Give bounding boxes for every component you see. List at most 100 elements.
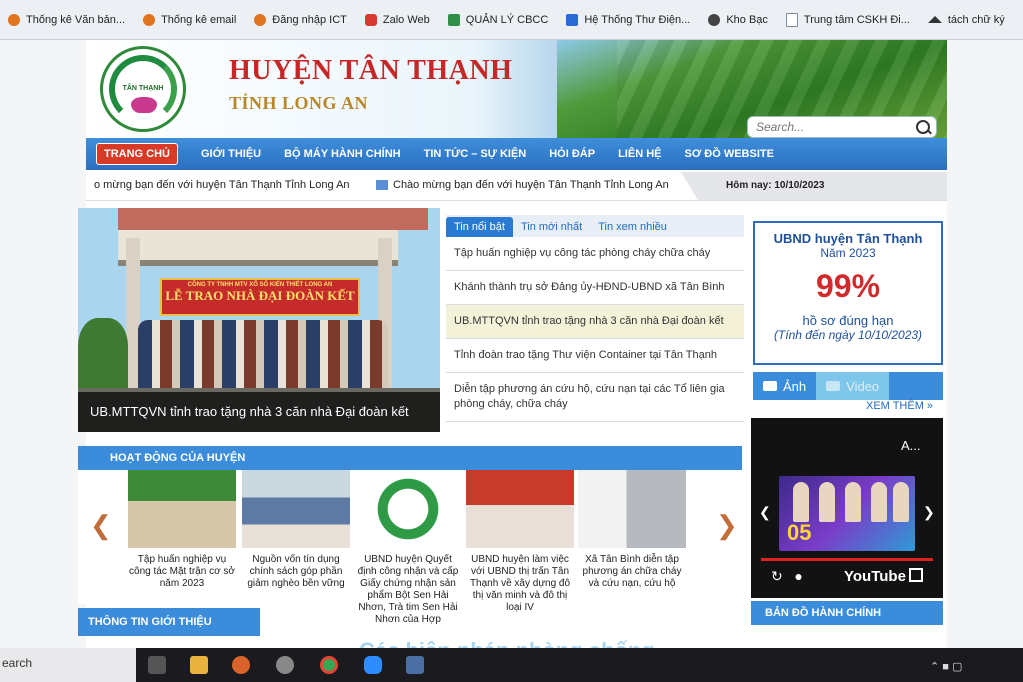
info-heading[interactable]: THÔNG TIN GIỚI THIỆU (78, 608, 260, 636)
next-video-icon[interactable]: ❯ (923, 504, 935, 521)
activity-item[interactable]: Tập huấn nghiệp vụ công tác Mặt trận cơ … (128, 470, 236, 590)
nav-qa[interactable]: HỎI ĐÁP (549, 148, 595, 160)
stats-year: Năm 2023 (820, 246, 876, 260)
nav-sitemap[interactable]: SƠ ĐỒ WEBSITE (684, 148, 773, 160)
zoom-icon[interactable] (364, 656, 382, 674)
search-icon[interactable] (916, 120, 930, 134)
hat-icon (927, 16, 942, 23)
news-item[interactable]: Tỉnh đoàn trao tặng Thư viện Container t… (446, 339, 744, 373)
news-item[interactable]: Khánh thành trụ sở Đảng ủy-HĐND-UBND xã … (446, 271, 744, 305)
news-item[interactable]: Diễn tập phương án cứu hộ, cứu nạn tại c… (446, 373, 744, 422)
nav-administration[interactable]: BỘ MÁY HÀNH CHÍNH (284, 148, 401, 160)
activity-item[interactable]: UBND huyện làm việc với UBND thị trấn Tâ… (466, 470, 574, 614)
activity-item[interactable]: UBND huyện Quyết định công nhận và cấp G… (354, 470, 462, 626)
chrome-icon[interactable] (320, 656, 338, 674)
bookmark-label: Hệ Thống Thư Điện... (584, 13, 691, 26)
see-more-link[interactable]: XEM THÊM » (866, 400, 933, 412)
bookmark-item[interactable]: tách chữ ký (927, 13, 1005, 26)
bookmark-label: Thống kê email (161, 13, 237, 26)
logo-text: TÂN THẠNH (122, 85, 164, 92)
globe-icon (708, 13, 721, 26)
tab-photo[interactable]: Ảnh (753, 372, 816, 400)
ict-icon (447, 13, 460, 26)
task-view-icon[interactable] (148, 656, 166, 674)
ticker-text: Chào mừng bạn đến với huyện Tân Thạnh Tỉ… (393, 179, 669, 191)
activity-item[interactable]: Nguồn vốn tín dụng chính sách góp phần g… (242, 470, 350, 590)
stats-title: UBND huyện Tân Thạnh (773, 231, 923, 246)
bookmark-item[interactable]: Thống kê email (143, 13, 237, 26)
nav-contact[interactable]: LIÊN HỆ (618, 148, 661, 160)
bookmark-item[interactable]: Zalo Web (364, 13, 430, 26)
progress-bar[interactable] (761, 558, 933, 561)
carousel-next-icon[interactable]: ❯ (716, 510, 738, 541)
activity-photo (242, 470, 350, 548)
youtube-player[interactable]: A... 05 ❮ ❯ ↻ ● YouTube (751, 418, 943, 598)
app-icon[interactable] (276, 656, 294, 674)
bookmark-item[interactable]: QUẢN LÝ CBCC (447, 13, 548, 26)
bookmark-label: tách chữ ký (947, 13, 1005, 26)
video-title: A... (901, 438, 921, 453)
activity-caption: UBND huyện Quyết định công nhận và cấp G… (357, 554, 459, 625)
news-tabs: Tin nổi bật Tin mới nhất Tin xem nhiều (446, 215, 744, 237)
youtube-logo[interactable]: YouTube (844, 568, 906, 585)
bookmark-label: Zalo Web (382, 13, 430, 26)
bookmark-item[interactable]: Kho Bạc (708, 13, 768, 26)
thumbnail-number: 05 (787, 520, 812, 545)
tab-video[interactable]: Video (816, 372, 890, 400)
website: TÂN THẠNH HUYỆN TÂN THẠNH TỈNH LONG AN T… (0, 40, 1023, 663)
featured-image[interactable]: CÔNG TY TNHH MTV XỔ SỐ KIẾN THIẾT LONG A… (78, 208, 440, 432)
tab-most-viewed[interactable]: Tin xem nhiều (590, 217, 675, 237)
activities-carousel: ❮ Tập huấn nghiệp vụ công tác Mặt trận c… (78, 470, 742, 625)
person (871, 482, 887, 522)
site-banner: TÂN THẠNH HUYỆN TÂN THẠNH TỈNH LONG AN (86, 40, 947, 138)
site-title: HUYỆN TÂN THẠNH (229, 55, 513, 86)
house-roof (118, 208, 428, 230)
replay-icon[interactable]: ↻ ● (771, 568, 803, 585)
bookmark-item[interactable]: Đăng nhập ICT (254, 13, 347, 26)
system-tray-icon[interactable]: ⌃ ■ ▢ (930, 660, 962, 673)
tab-latest-news[interactable]: Tin mới nhất (513, 217, 590, 237)
carousel-prev-icon[interactable]: ❮ (90, 510, 112, 541)
news-item[interactable]: Tập huấn nghiệp vụ công tác phòng cháy c… (446, 237, 744, 271)
on-time-stats-box[interactable]: UBND huyện Tân Thạnh Năm 2023 99% hồ sơ … (753, 221, 943, 365)
nav-news[interactable]: TIN TỨC – SỰ KIỆN (424, 148, 527, 160)
media-tabs: Ảnh Video (753, 372, 943, 400)
ticker-text-2: Chào mừng bạn đến với huyện Tân Thạnh Tỉ… (376, 179, 669, 191)
bookmarks-bar: Thống kê Văn bản... Thống kê email Đăng … (0, 0, 1023, 40)
search-input[interactable] (754, 119, 908, 135)
video-icon (826, 381, 841, 391)
bookmark-item[interactable]: Trung tâm CSKH Đi... (785, 12, 910, 27)
house-structure (118, 230, 398, 266)
bookmark-label: Đăng nhập ICT (272, 13, 347, 26)
calculator-icon[interactable] (406, 656, 424, 674)
zalo-icon (364, 13, 377, 26)
tab-featured-news[interactable]: Tin nổi bật (446, 217, 513, 237)
taskbar: earch ⌃ ■ ▢ (0, 648, 1023, 682)
bookmark-item[interactable]: Thống kê Văn bản... (8, 13, 125, 26)
site-subtitle: TỈNH LONG AN (229, 93, 369, 113)
tab-video-label: Video (846, 378, 880, 394)
bookmark-favicon-icon (143, 13, 156, 26)
activity-photo (354, 470, 462, 548)
tab-photo-label: Ảnh (783, 378, 807, 394)
video-thumbnail[interactable]: 05 (779, 476, 915, 551)
tree (78, 318, 128, 388)
map-heading[interactable]: BẢN ĐỒ HÀNH CHÍNH (751, 601, 943, 625)
camera-icon (763, 381, 777, 391)
activity-item[interactable]: Xã Tân Bình diễn tập phương án chữa cháy… (578, 470, 686, 590)
district-logo[interactable]: TÂN THẠNH (100, 46, 186, 132)
today-date: Hôm nay: 10/10/2023 (681, 172, 947, 200)
nav-about[interactable]: GIỚI THIỆU (201, 148, 261, 160)
file-explorer-icon[interactable] (190, 656, 208, 674)
page-frame: TÂN THẠNH HUYỆN TÂN THẠNH TỈNH LONG AN T… (78, 40, 947, 663)
prev-video-icon[interactable]: ❮ (759, 504, 771, 521)
featured-caption[interactable]: UB.MTTQVN tỉnh trao tặng nhà 3 căn nhà Đ… (78, 392, 440, 432)
taskbar-search[interactable]: earch (0, 648, 136, 682)
nav-home[interactable]: TRANG CHỦ (96, 143, 178, 165)
news-item[interactable]: UB.MTTQVN tỉnh trao tặng nhà 3 căn nhà Đ… (446, 305, 744, 339)
news-list: Tập huấn nghiệp vụ công tác phòng cháy c… (446, 237, 744, 422)
firefox-icon[interactable] (232, 656, 250, 674)
fullscreen-icon[interactable] (909, 568, 923, 582)
today-label: Hôm nay: 10/10/2023 (726, 180, 825, 191)
bookmark-item[interactable]: Hệ Thống Thư Điện... (566, 13, 691, 26)
